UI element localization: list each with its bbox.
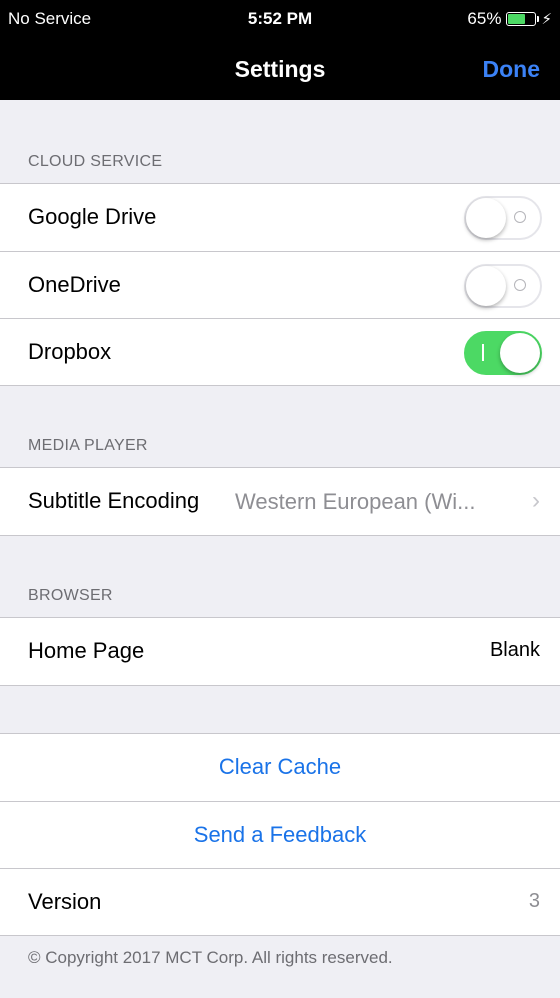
navigation-bar: Settings Done [0,38,560,100]
browser-group: Home Page Blank [0,617,560,686]
subtitle-encoding-value: Western European (Wi... [235,489,476,514]
toggle-off-glyph-icon [514,211,526,223]
actions-group: Clear Cache Send a Feedback Version 3 [0,733,560,936]
send-feedback-button[interactable]: Send a Feedback [0,822,560,848]
status-bar: No Service 5:52 PM 65% ⚡︎ [0,0,560,38]
home-page-row[interactable]: Home Page Blank [0,618,560,685]
media-player-group: Subtitle Encoding Western European (Wi..… [0,467,560,536]
subtitle-encoding-label: Subtitle Encoding [28,488,200,513]
toggle-off-glyph-icon [514,279,526,291]
copyright-text: © Copyright 2017 MCT Corp. All rights re… [28,948,393,967]
dropbox-label: Dropbox [28,339,112,364]
page-title: Settings [234,56,326,82]
home-page-value: Blank [489,639,540,661]
google-drive-toggle[interactable] [464,196,542,240]
onedrive-toggle[interactable] [464,264,542,308]
media-player-header: MEDIA PLAYER [28,437,148,454]
google-drive-label: Google Drive [28,204,157,229]
onedrive-label: OneDrive [28,272,121,297]
battery-icon [506,12,540,26]
toggle-knob [466,266,506,306]
cloud-service-group: Google Drive OneDrive Dropbox [0,183,560,386]
cloud-service-header: CLOUD SERVICE [28,153,163,170]
done-button[interactable]: Done [483,56,541,83]
clear-cache-button[interactable]: Clear Cache [0,754,560,780]
clear-cache-row: Clear Cache [0,734,560,801]
home-page-label: Home Page [28,638,145,663]
toggle-knob [500,333,540,373]
toggle-on-glyph-icon [482,344,484,361]
subtitle-encoding-row[interactable]: Subtitle Encoding Western European (Wi..… [0,468,560,535]
browser-header: BROWSER [28,587,113,604]
version-label: Version [28,889,102,914]
send-feedback-row: Send a Feedback [0,801,560,868]
google-drive-row: Google Drive [0,184,560,251]
battery-indicator: 65% ⚡︎ [467,9,552,29]
battery-percent: 65% [467,9,502,28]
toggle-knob [466,198,506,238]
dropbox-toggle[interactable] [464,331,542,375]
onedrive-row: OneDrive [0,251,560,318]
dropbox-row: Dropbox [0,318,560,385]
battery-fill [508,14,525,24]
version-row: Version 3 [0,868,560,935]
version-value: 3 [528,890,540,912]
chevron-right-icon: › [532,487,540,514]
charging-bolt-icon: ⚡︎ [541,11,552,28]
